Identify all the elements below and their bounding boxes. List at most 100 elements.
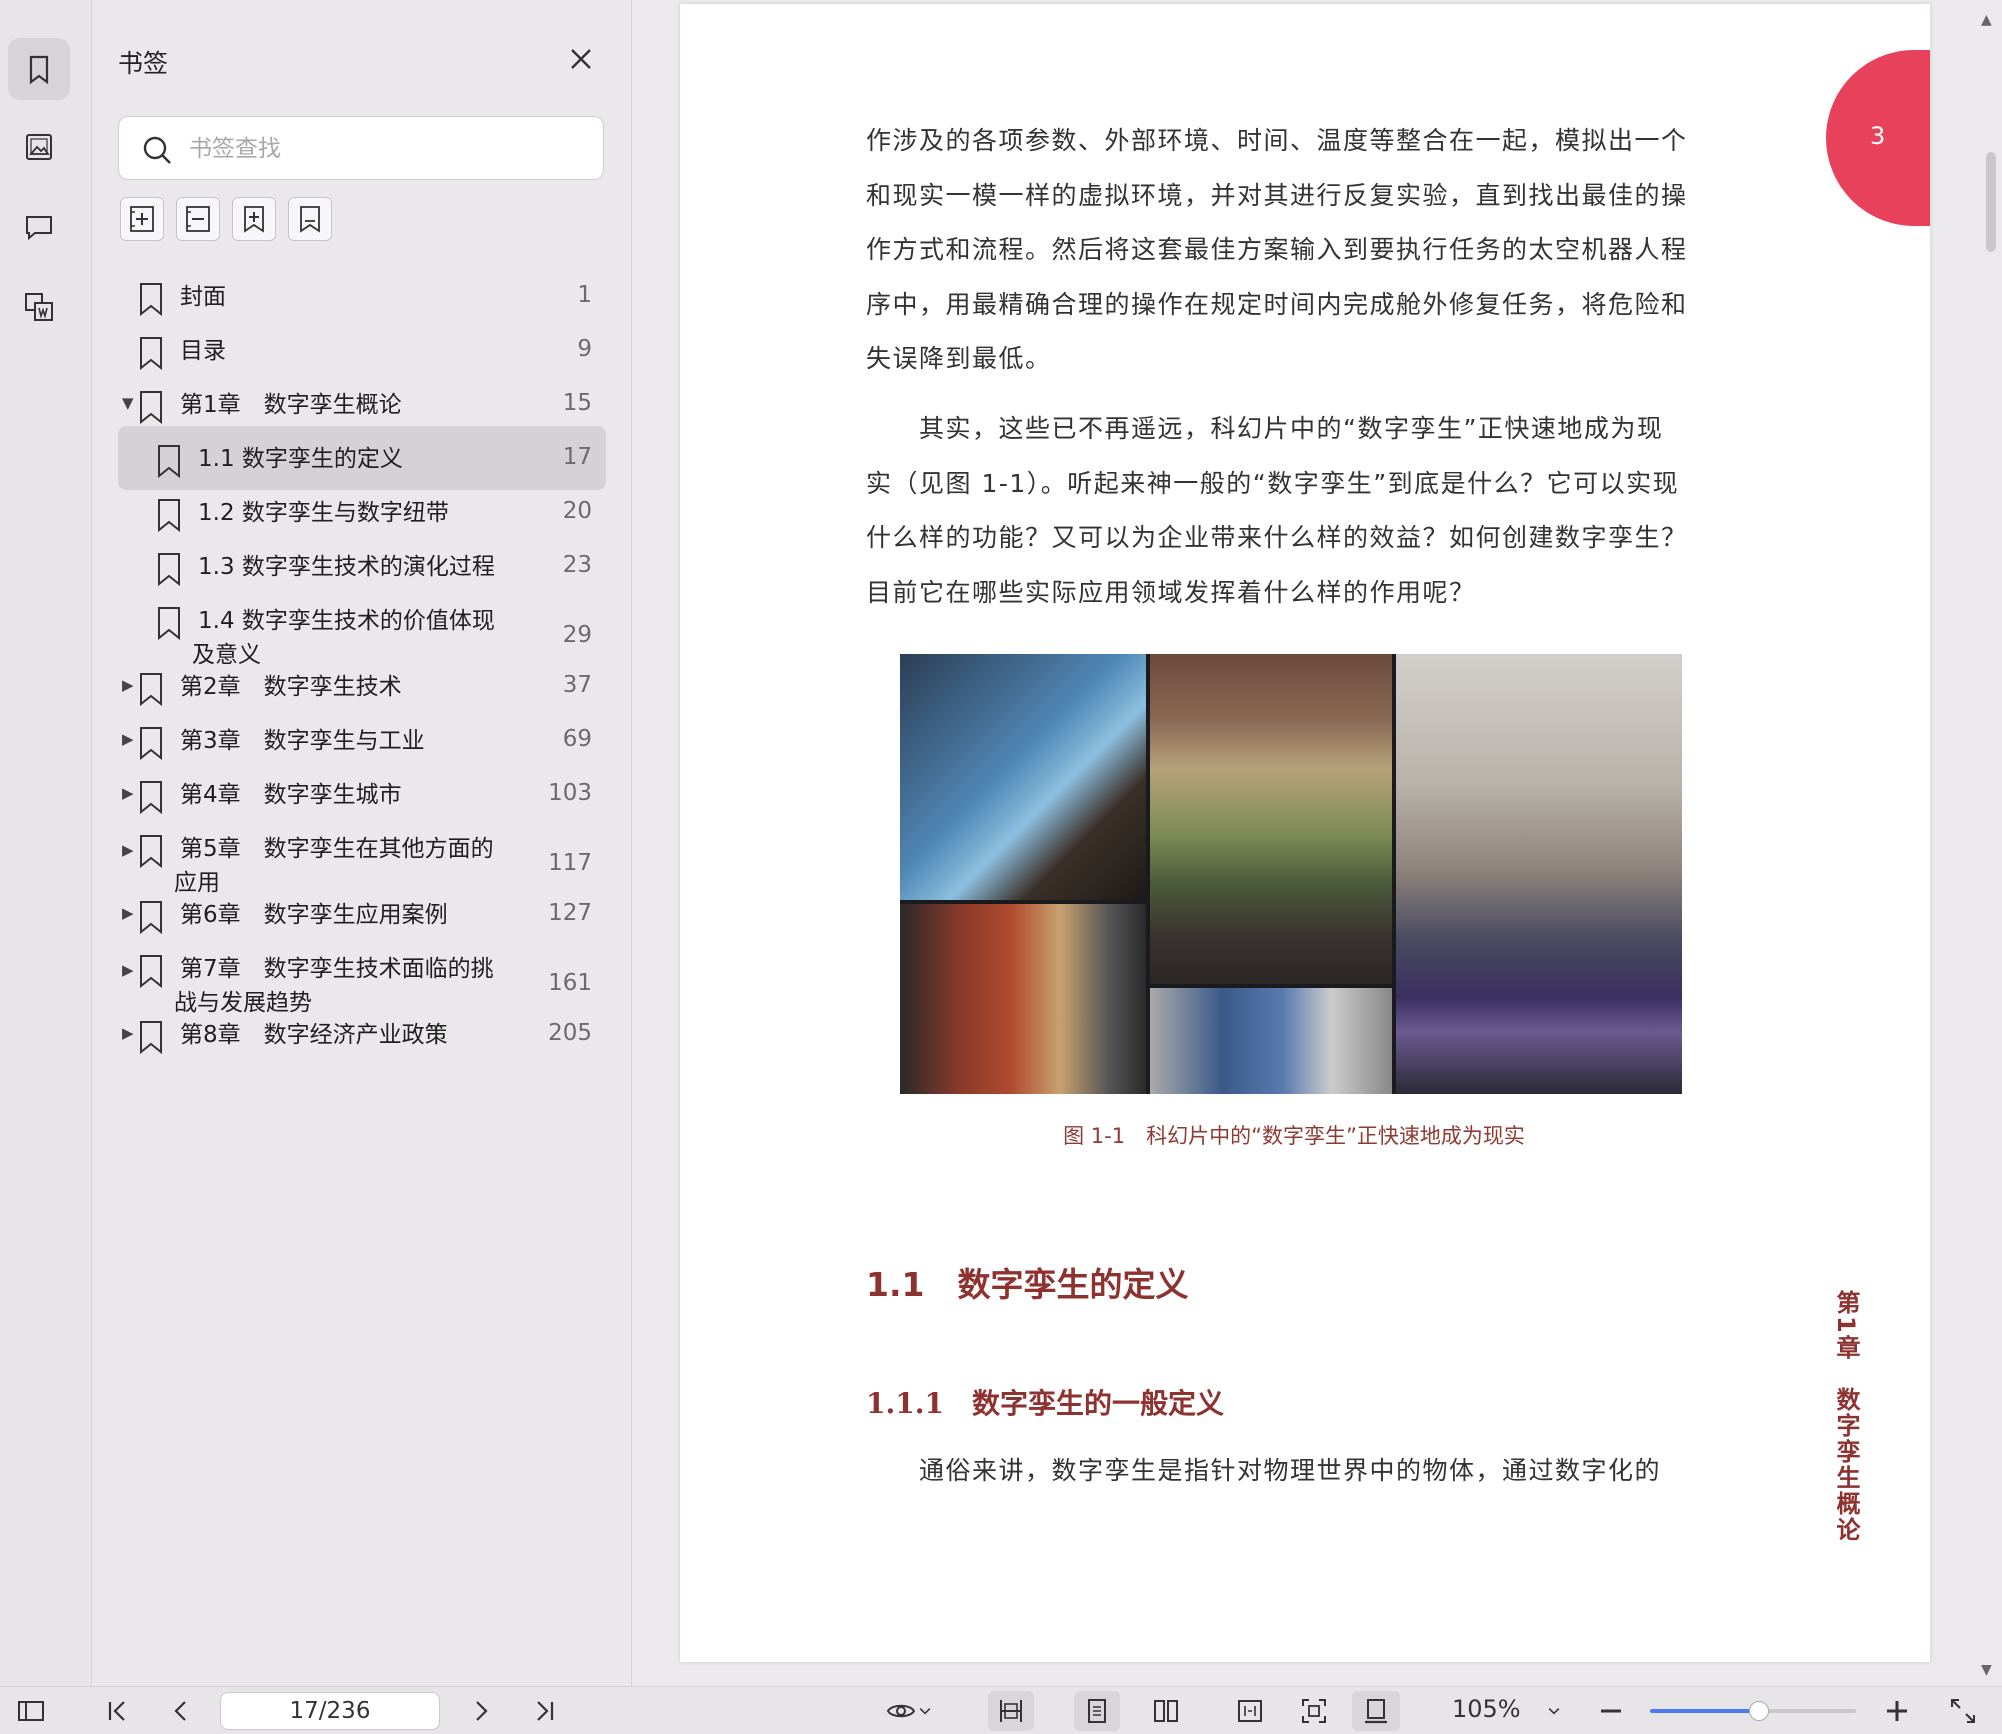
bookmark-label: 1.2 数字孪生与数字纽带 [198,496,449,530]
close-icon[interactable] [566,44,596,74]
bookmark-icon [140,901,162,934]
photo-truck [1150,988,1392,1094]
bookmark-page-number: 29 [562,622,592,648]
continuous-scroll-button[interactable] [1352,1691,1400,1731]
figure-collage [900,654,1682,1094]
bookmark-search[interactable] [118,116,604,180]
chevron-right-icon[interactable]: ▶ [122,1024,138,1042]
page-width-button[interactable] [988,1691,1034,1731]
figure-caption: 图 1-1 科幻片中的“数字孪生”正快速地成为现实 [1063,1124,1525,1148]
bookmark-label: 1.3 数字孪生技术的演化过程 [198,550,495,584]
chevron-right-icon[interactable]: ▶ [122,961,138,979]
bookmark-label-line: 封面 [180,284,226,310]
bookmark-item[interactable]: ▶ 第8章 数字经济产业政策 205 [118,1010,606,1064]
scroll-thumb[interactable] [1986,152,1996,252]
actual-size-button[interactable] [1294,1695,1334,1727]
vertical-scrollbar[interactable]: ▲ ▼ [1971,0,2002,1686]
collapse-all-icon [186,206,210,232]
bookmark-icon [140,337,162,370]
chevron-right-icon[interactable]: ▶ [122,904,138,922]
chevron-right-icon[interactable]: ▶ [122,676,138,694]
fullscreen-button[interactable] [1946,1695,1980,1727]
page-number-input[interactable]: 17/236 [220,1692,440,1730]
expand-all-button[interactable] [120,197,164,241]
bookmark-item[interactable]: 1.2 数字孪生与数字纽带 20 [118,488,606,542]
thumbnails-tab[interactable] [8,116,70,178]
add-bookmark-icon [244,206,264,233]
chevron-right-icon[interactable]: ▶ [122,841,138,859]
last-page-button[interactable] [528,1695,562,1727]
outline-tab[interactable] [8,276,70,338]
bookmark-label: 目录 [180,334,226,368]
bookmark-icon [140,727,162,760]
bookmark-item[interactable]: 1.1 数字孪生的定义 17 [118,426,606,490]
focus-icon [1302,1699,1326,1723]
previous-page-button[interactable] [164,1695,198,1727]
bookmark-label-line: 第5章 数字孪生在其他方面的 [180,836,494,862]
bookmark-label: 1.1 数字孪生的定义 [198,442,403,476]
scroll-up-icon[interactable]: ▲ [1981,12,1992,28]
search-input[interactable] [189,127,589,171]
document-viewport[interactable]: 3 作涉及的各项参数、外部环境、时间、温度等整合在一起，模拟出一个 和现实一模一… [632,0,1971,1686]
collapse-all-button[interactable] [176,197,220,241]
continuous-scroll-icon [1365,1699,1387,1724]
photo-stairs-hologram [900,654,1146,900]
toggle-sidebar-button[interactable] [14,1695,48,1727]
single-page-button[interactable] [1074,1691,1120,1731]
bookmark-page-number: 15 [562,390,592,416]
view-mode-button[interactable] [880,1695,940,1727]
zoom-dropdown-button[interactable] [1542,1695,1566,1727]
text-line: 作方式和流程。然后将这套最佳方案输入到要执行任务的太空机器人程 [866,235,1688,264]
bookmark-icon [158,553,180,586]
bookmark-item[interactable]: ▶ 第5章 数字孪生在其他方面的 应用 117 [118,824,606,896]
bookmark-item[interactable]: ▶ 第2章 数字孪生技术 37 [118,662,606,716]
text-line: 目前它在哪些实际应用领域发挥着什么样的作用呢？ [866,577,1476,607]
panel-title: 书签 [118,49,169,78]
bookmark-page-number: 205 [548,1020,592,1046]
bookmark-item[interactable]: 封面 1 [118,272,606,326]
bookmark-item[interactable]: ▶ 第4章 数字孪生城市 103 [118,770,606,824]
bookmark-label-line: 第4章 数字孪生城市 [180,782,402,808]
zoom-in-button[interactable] [1880,1695,1914,1727]
bookmark-label: 第6章 数字孪生应用案例 [180,898,448,932]
bookmark-item[interactable]: ▶ 第7章 数字孪生技术面临的挑 战与发展趋势 161 [118,944,606,1016]
zoom-slider[interactable] [1650,1701,1856,1721]
chevron-right-icon[interactable]: ▶ [122,784,138,802]
zoom-slider-knob[interactable] [1749,1701,1770,1721]
bookmark-page-number: 37 [562,672,592,698]
next-page-button[interactable] [464,1695,498,1727]
two-page-icon [1154,1700,1178,1722]
bookmark-label: 第3章 数字孪生与工业 [180,724,425,758]
text-line: 序中，用最精确合理的操作在规定时间内完成舱外修复任务，将危险和 [866,289,1688,319]
first-page-icon [108,1701,125,1721]
bookmark-settings-button[interactable] [288,197,332,241]
bookmark-item[interactable]: 1.4 数字孪生技术的价值体现 及意义 29 [118,596,606,668]
zoom-value[interactable]: 105% [1452,1695,1521,1723]
zoom-slider-fill [1650,1709,1760,1713]
bookmark-icon [140,955,162,988]
bookmarks-tab[interactable] [8,38,70,100]
bookmark-item[interactable]: ▶ 第3章 数字孪生与工业 69 [118,716,606,770]
bookmark-page-number: 20 [562,498,592,524]
bookmark-item[interactable]: ▶ 第6章 数字孪生应用案例 127 [118,890,606,944]
fit-page-button[interactable] [1230,1695,1270,1727]
two-page-button[interactable] [1146,1695,1186,1727]
bookmark-icon [140,391,162,424]
chevron-down-icon[interactable]: ▼ [122,394,138,412]
first-page-button[interactable] [100,1695,134,1727]
bookmark-item[interactable]: 目录 9 [118,326,606,380]
last-page-icon [537,1701,554,1721]
scroll-down-icon[interactable]: ▼ [1981,1662,1992,1678]
bookmark-icon [140,673,162,706]
bookmark-label: 第2章 数字孪生技术 [180,670,402,704]
bookmark-icon [29,55,49,85]
add-bookmark-button[interactable] [232,197,276,241]
bookmark-icon [140,835,162,868]
text-line: 实（见图 1-1）。听起来神一般的“数字孪生”到底是什么？它可以实现 [866,468,1680,498]
bookmark-item[interactable]: 1.3 数字孪生技术的演化过程 23 [118,542,606,596]
chevron-right-icon[interactable]: ▶ [122,730,138,748]
chevron-right-icon [476,1701,488,1721]
zoom-out-button[interactable] [1594,1695,1628,1727]
comments-tab[interactable] [8,196,70,258]
bookmark-page-number: 103 [548,780,592,806]
